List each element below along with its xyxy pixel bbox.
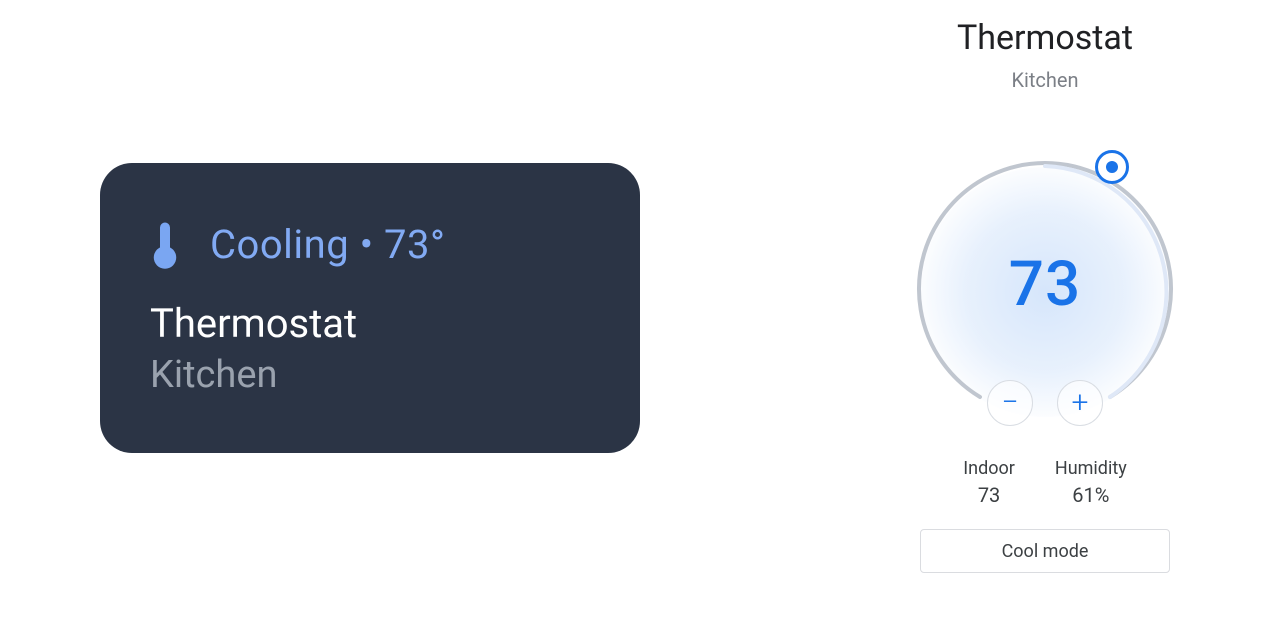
temperature-dial[interactable]: 73 − + bbox=[895, 142, 1195, 442]
thermometer-icon bbox=[150, 220, 180, 270]
temperature-adjust-buttons: − + bbox=[987, 380, 1103, 426]
decrease-temp-button[interactable]: − bbox=[987, 380, 1033, 426]
humidity-value: 61% bbox=[1055, 483, 1127, 507]
status-separator: • bbox=[349, 221, 384, 268]
thermostat-detail-panel: Thermostat Kitchen 73 − + Indoor 73 Humi… bbox=[870, 0, 1220, 635]
indoor-value: 73 bbox=[963, 483, 1015, 507]
dial-handle[interactable] bbox=[1095, 150, 1129, 184]
status-setpoint: 73° bbox=[384, 221, 445, 268]
card-device-name: Thermostat bbox=[150, 300, 600, 347]
card-device-room: Kitchen bbox=[150, 353, 600, 397]
indoor-reading: Indoor 73 bbox=[963, 458, 1015, 507]
mode-select-button[interactable]: Cool mode bbox=[920, 529, 1170, 573]
indoor-label: Indoor bbox=[963, 458, 1015, 479]
status-mode: Cooling bbox=[210, 221, 349, 268]
readings-row: Indoor 73 Humidity 61% bbox=[963, 458, 1126, 507]
setpoint-value: 73 bbox=[1009, 248, 1081, 321]
card-status-row: Cooling • 73° bbox=[150, 220, 600, 270]
humidity-label: Humidity bbox=[1055, 458, 1127, 479]
humidity-reading: Humidity 61% bbox=[1055, 458, 1127, 507]
card-status-text: Cooling • 73° bbox=[210, 221, 445, 268]
detail-room: Kitchen bbox=[1011, 68, 1078, 92]
increase-temp-button[interactable]: + bbox=[1057, 380, 1103, 426]
detail-title: Thermostat bbox=[957, 18, 1133, 58]
card-meta: Thermostat Kitchen bbox=[150, 300, 600, 397]
thermostat-summary-card[interactable]: Cooling • 73° Thermostat Kitchen bbox=[100, 163, 640, 453]
